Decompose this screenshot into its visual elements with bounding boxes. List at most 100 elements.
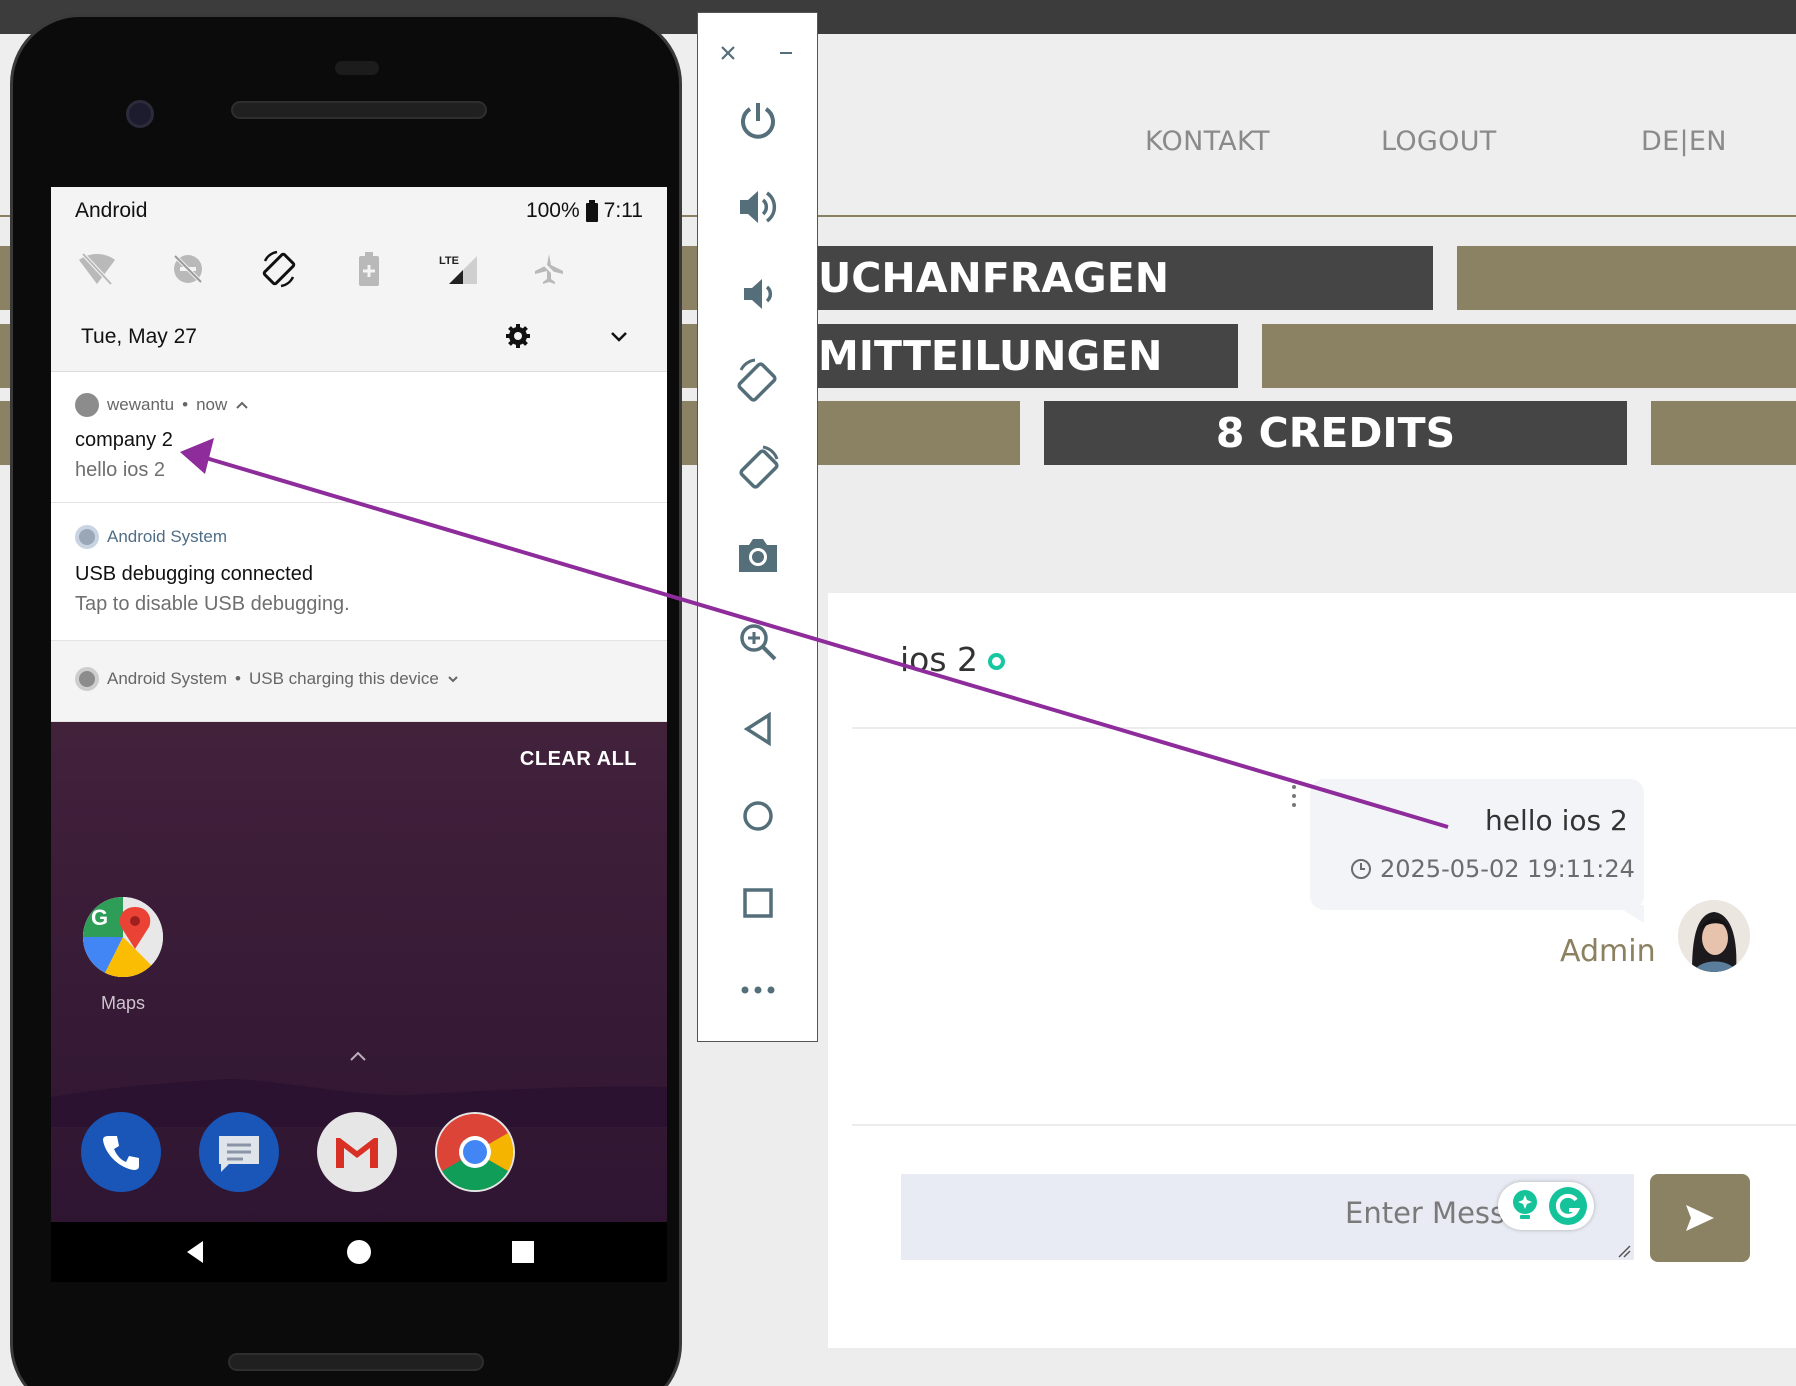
chat-divider xyxy=(852,727,1796,729)
chat-divider xyxy=(852,1124,1796,1126)
nav-contact-link[interactable]: KONTAKT xyxy=(1145,126,1270,157)
nav-logout-link[interactable]: LOGOUT xyxy=(1381,126,1497,157)
message-text: hello ios 2 xyxy=(1485,804,1628,837)
maps-app-icon[interactable]: G xyxy=(83,897,163,977)
volume-up-icon xyxy=(739,191,776,223)
messages-app-icon[interactable] xyxy=(199,1112,279,1192)
chrome-app-icon[interactable] xyxy=(435,1112,515,1192)
battery-saver-tile[interactable] xyxy=(347,247,391,291)
notification-app-name: Android System xyxy=(107,669,227,688)
clock: 7:11 xyxy=(603,199,643,222)
menu-requests-button[interactable]: UCHANFRAGEN xyxy=(818,246,1433,310)
svg-text:G: G xyxy=(91,905,108,930)
lightbulb-icon[interactable] xyxy=(1508,1188,1542,1224)
nav-back-icon[interactable] xyxy=(181,1237,211,1267)
phone-speaker xyxy=(231,101,487,119)
dnd-tile[interactable] xyxy=(166,247,210,291)
rotate-right-icon xyxy=(738,445,779,489)
front-camera xyxy=(126,100,154,128)
notification-usb-charging[interactable]: Android System • USB charging this devic… xyxy=(51,641,667,722)
phone-app-icon[interactable] xyxy=(81,1112,161,1192)
online-status-icon xyxy=(988,653,1005,670)
dnd-icon xyxy=(173,254,203,284)
more-button[interactable] xyxy=(698,960,817,1020)
back-icon xyxy=(743,711,771,747)
notification-app-name: Android System xyxy=(107,527,227,546)
auto-rotate-icon xyxy=(262,250,296,288)
mobile-data-tile[interactable]: LTE xyxy=(437,247,481,291)
notification-shade: Android 100% 7:11 LTE Tue, May 27 wewant… xyxy=(51,187,667,722)
menu-band-bg xyxy=(1457,246,1796,310)
zoom-button[interactable] xyxy=(698,612,817,672)
app-drawer-chevron-icon[interactable] xyxy=(347,1045,369,1067)
status-right: 100% 7:11 xyxy=(526,199,643,223)
notification-text: hello ios 2 xyxy=(75,459,166,481)
notification-summary: USB charging this device xyxy=(248,669,439,688)
volume-down-button[interactable] xyxy=(698,264,817,324)
notification-title: USB debugging connected xyxy=(75,563,313,585)
chevron-up-icon[interactable] xyxy=(235,400,249,410)
rotate-right-button[interactable] xyxy=(698,438,817,498)
clear-all-button[interactable]: CLEAR ALL xyxy=(520,748,637,771)
notification-title: company 2 xyxy=(75,429,173,451)
chat-contact-name: ios 2 xyxy=(900,640,979,679)
power-button[interactable] xyxy=(698,90,817,150)
back-button[interactable] xyxy=(698,699,817,759)
lte-label: LTE xyxy=(439,255,459,267)
settings-gear-icon[interactable] xyxy=(503,321,533,351)
message-options-icon[interactable] xyxy=(1291,784,1297,808)
android-system-icon xyxy=(75,525,99,549)
close-button[interactable] xyxy=(698,23,758,83)
wifi-tile[interactable] xyxy=(75,247,119,291)
resize-handle-icon[interactable] xyxy=(1617,1244,1631,1258)
volume-up-button[interactable] xyxy=(698,177,817,237)
camera-icon xyxy=(738,539,777,572)
screenshot-button[interactable] xyxy=(698,525,817,585)
rotate-left-icon xyxy=(736,358,777,402)
android-system-icon xyxy=(75,667,99,691)
carrier-name: Android xyxy=(75,199,148,222)
nav-home-icon[interactable] xyxy=(344,1237,374,1267)
notification-usb-debugging[interactable]: Android System USB debugging connected T… xyxy=(51,503,667,641)
gmail-app-icon[interactable] xyxy=(317,1112,397,1192)
send-icon xyxy=(1686,1205,1714,1231)
menu-messages-label: MITTEILUNGEN xyxy=(818,332,1163,380)
nav-language-switch[interactable]: DE|EN xyxy=(1641,126,1727,157)
expand-chevron-icon[interactable] xyxy=(607,325,631,349)
chevron-down-icon[interactable] xyxy=(447,674,459,684)
phone-speaker xyxy=(228,1353,484,1371)
menu-band-bg xyxy=(1651,401,1796,465)
lte-signal-icon: LTE xyxy=(439,255,477,284)
overview-button[interactable] xyxy=(698,873,817,933)
credits-button[interactable]: 8 CREDITS xyxy=(1044,401,1627,465)
more-icon xyxy=(741,986,774,994)
minimize-button[interactable] xyxy=(756,23,816,83)
auto-rotate-tile[interactable] xyxy=(257,247,301,291)
battery-percent: 100% xyxy=(525,199,580,222)
home-icon xyxy=(742,801,773,831)
message-timestamp: 2025-05-02 19:11:24 xyxy=(1350,855,1635,883)
send-button[interactable] xyxy=(1650,1174,1750,1262)
menu-requests-label: UCHANFRAGEN xyxy=(818,254,1170,302)
rotate-left-button[interactable] xyxy=(698,351,817,411)
home-button[interactable] xyxy=(698,786,817,846)
notification-wewantu[interactable]: wewantu • now company 2 hello ios 2 xyxy=(51,373,667,503)
grammarly-widget[interactable] xyxy=(1498,1182,1594,1230)
clock-icon xyxy=(1351,859,1371,879)
airplane-tile[interactable] xyxy=(527,247,571,291)
message-timestamp-text: 2025-05-02 19:11:24 xyxy=(1380,855,1635,883)
airplane-mode-icon xyxy=(534,254,564,284)
maps-app-label: Maps xyxy=(101,993,146,1013)
nav-overview-icon[interactable] xyxy=(508,1237,538,1267)
menu-messages-button[interactable]: MITTEILUNGEN xyxy=(818,324,1238,388)
message-input-placeholder: Enter Mess xyxy=(1345,1196,1506,1230)
power-icon xyxy=(740,103,775,139)
wifi-off-icon xyxy=(79,252,115,286)
notification-header: wewantu • now xyxy=(75,393,249,417)
phone-screen[interactable]: Android 100% 7:11 LTE Tue, May 27 wewant… xyxy=(51,187,667,1282)
grammarly-icon[interactable] xyxy=(1548,1186,1588,1226)
battery-saver-icon xyxy=(359,252,379,286)
zoom-icon xyxy=(739,624,776,661)
phone-sensor xyxy=(335,61,379,75)
message-bubble-tail xyxy=(1615,905,1644,923)
